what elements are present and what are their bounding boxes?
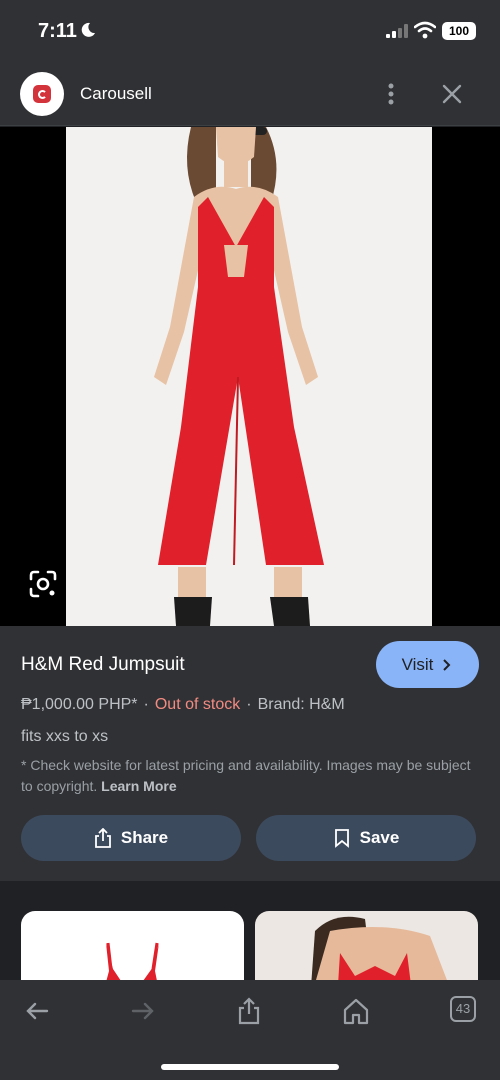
product-title: H&M Red Jumpsuit: [21, 654, 185, 675]
learn-more-link[interactable]: Learn More: [101, 778, 176, 794]
product-description: fits xxs to xs: [21, 728, 109, 745]
wifi-icon: [414, 21, 436, 39]
save-label: Save: [359, 828, 400, 847]
site-header: Carousell: [0, 62, 500, 126]
status-time: 7:11: [38, 20, 77, 42]
brand: Brand: H&M: [257, 696, 345, 713]
share-icon: [94, 828, 111, 848]
share-icon[interactable]: [234, 996, 264, 1026]
visit-label: Visit: [401, 654, 434, 674]
site-name: Carousell: [80, 84, 152, 103]
related-card[interactable]: [21, 911, 244, 983]
home-indicator: [161, 1064, 339, 1070]
forward-icon[interactable]: [128, 996, 158, 1026]
google-lens-icon[interactable]: [28, 569, 58, 599]
separator-dot: ·: [143, 696, 149, 713]
related-results: [0, 893, 500, 983]
related-card[interactable]: [255, 911, 478, 983]
related-thumbnail: [105, 942, 159, 983]
battery-level: 100: [448, 24, 470, 38]
separator-dot: ·: [246, 696, 252, 713]
price: ₱1,000.00 PHP*: [21, 696, 138, 713]
product-image-area: [0, 127, 500, 626]
moon-icon: [81, 22, 95, 37]
battery-icon: 100: [442, 22, 476, 40]
product-info-panel: H&M Red Jumpsuit Visit ₱1,000.00 PHP* · Ou…: [0, 626, 500, 881]
browser-toolbar: 43: [0, 980, 500, 1080]
close-icon[interactable]: [440, 82, 464, 106]
share-label: Share: [120, 828, 169, 847]
chevron-right-icon: [443, 658, 451, 671]
share-button[interactable]: Share: [21, 815, 241, 861]
related-thumbnail: [311, 916, 449, 983]
back-icon[interactable]: [22, 996, 52, 1026]
disclaimer-text: * Check website for latest pricing and a…: [21, 757, 471, 794]
visit-button[interactable]: Visit: [376, 641, 479, 688]
stock-status: Out of stock: [154, 696, 241, 713]
tab-switcher-button[interactable]: 43: [450, 996, 476, 1022]
bookmark-icon: [334, 829, 349, 848]
status-bar: 7:11 100: [0, 0, 500, 62]
more-options-icon[interactable]: [380, 78, 402, 110]
home-icon[interactable]: [341, 996, 371, 1026]
carousell-logo: [20, 72, 64, 116]
product-photo[interactable]: [66, 127, 432, 626]
price-row: ₱1,000.00 PHP* · Out of stock · Brand: H&M: [21, 696, 345, 714]
save-button[interactable]: Save: [256, 815, 476, 861]
disclaimer: * Check website for latest pricing and a…: [21, 755, 481, 797]
cellular-signal-icon: [386, 24, 408, 38]
